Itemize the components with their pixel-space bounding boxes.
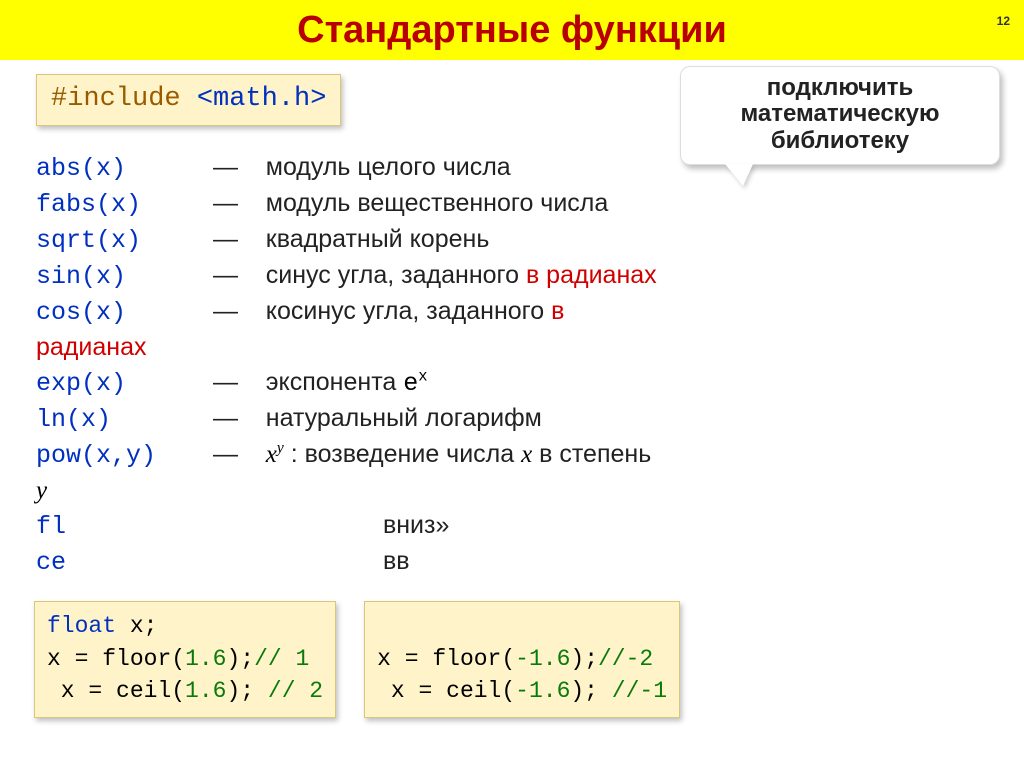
row-cos: cos(x) — косинус угла, заданного в <box>36 294 988 330</box>
dash: — <box>213 297 238 325</box>
snippet-right: x = floor(-1.6);//-2 x = ceil(-1.6); //-… <box>364 601 680 718</box>
l2n: 1.6 <box>185 646 226 672</box>
func-sig: ce <box>36 548 66 577</box>
include-chip: #include <math.h> <box>36 74 341 126</box>
func-sig: sin(x) <box>36 259 206 294</box>
r2n: -1.6 <box>515 646 570 672</box>
r2d: ); <box>570 646 598 672</box>
l3cmt: // 2 <box>268 678 323 704</box>
pow-x2: x <box>521 441 532 468</box>
func-desc: модуль вещественного числа <box>266 189 609 217</box>
func-sig: exp(x) <box>36 366 206 401</box>
func-desc-b: в степень <box>539 440 651 468</box>
kw-type: float <box>47 613 116 639</box>
row-floor: fl вниз» <box>36 508 988 544</box>
func-desc: квадратный корень <box>266 225 490 253</box>
row-sqrt: sqrt(x) — квадратный корень <box>36 222 988 258</box>
r2c: floor( <box>432 646 515 672</box>
r2cmt: //-2 <box>598 646 653 672</box>
slide-title: Стандартные функции <box>297 9 727 52</box>
l2d: ); <box>226 646 254 672</box>
r3b: = <box>405 678 446 704</box>
func-sig: pow(x,y) <box>36 438 206 473</box>
func-sig: cos(x) <box>36 295 206 330</box>
dash: — <box>213 153 238 181</box>
l3n: 1.6 <box>185 678 226 704</box>
func-tail: вниз» <box>383 511 449 539</box>
l3c: ceil( <box>116 678 185 704</box>
r3cmt: //-1 <box>612 678 667 704</box>
dash: — <box>213 225 238 253</box>
func-sig: abs(x) <box>36 151 206 186</box>
l2b: = <box>61 646 102 672</box>
row-ceil: ce вв <box>36 544 988 580</box>
l1-rest: x; <box>116 613 157 639</box>
include-directive: #include <box>51 84 181 114</box>
l2cmt: // 1 <box>254 646 309 672</box>
func-tail: вв <box>383 547 410 575</box>
exp-sup: x <box>418 367 427 385</box>
row-ln: ln(x) — натуральный логарифм <box>36 401 988 437</box>
slide-body: #include <math.h> abs(x) — модуль целого… <box>0 60 1024 580</box>
snippet-left: float x; x = floor(1.6);// 1 x = ceil(1.… <box>34 601 336 718</box>
func-desc-c: радианах <box>36 333 146 361</box>
func-desc-a: косинус угла, заданного <box>266 297 551 325</box>
func-desc-b: в <box>551 297 564 325</box>
func-sig: sqrt(x) <box>36 223 206 258</box>
l3d: ); <box>226 678 267 704</box>
page-number: 12 <box>997 14 1010 28</box>
func-desc-a: : возведение числа <box>291 440 521 468</box>
function-list: abs(x) — модуль целого числа fabs(x) — м… <box>36 150 988 580</box>
l3b: = <box>75 678 116 704</box>
r3n: -1.6 <box>515 678 570 704</box>
func-sig: ln(x) <box>36 402 206 437</box>
include-header: <math.h> <box>197 84 327 114</box>
exp-base: е <box>403 369 418 398</box>
row-fabs: fabs(x) — модуль вещественного числа <box>36 186 988 222</box>
slide-header: Стандартные функции 12 <box>0 0 1024 60</box>
func-desc: натуральный логарифм <box>266 404 542 432</box>
func-sig: fabs(x) <box>36 187 206 222</box>
row-exp: exp(x) — экспонента еx <box>36 365 988 401</box>
l2c: floor( <box>102 646 185 672</box>
dash: — <box>213 189 238 217</box>
r2a: x <box>377 646 391 672</box>
func-desc: модуль целого числа <box>266 153 511 181</box>
r3a: x <box>377 678 405 704</box>
r2b: = <box>391 646 432 672</box>
func-sig: fl <box>36 512 66 541</box>
row-abs: abs(x) — модуль целого числа <box>36 150 988 186</box>
l2a: x <box>47 646 61 672</box>
pow-y: y <box>36 477 47 504</box>
func-desc-a: экспонента <box>266 368 403 396</box>
row-cos-wrap: радианах <box>36 330 988 365</box>
pow-x: x <box>266 441 277 468</box>
r3d: ); <box>570 678 611 704</box>
dash: — <box>213 261 238 289</box>
func-desc-a: синус угла, заданного <box>266 261 526 289</box>
row-pow: pow(x,y) — xy : возведение числа x в сте… <box>36 437 988 473</box>
dash: — <box>213 440 238 468</box>
l3a: x <box>47 678 75 704</box>
dash: — <box>213 404 238 432</box>
row-pow-wrap: y <box>36 473 988 508</box>
dash: — <box>213 368 238 396</box>
func-desc-b: в радианах <box>526 261 657 289</box>
code-snippets: float x; x = floor(1.6);// 1 x = ceil(1.… <box>34 601 680 718</box>
pow-sup-y: y <box>277 439 284 456</box>
row-sin: sin(x) — синус угла, заданного в радиана… <box>36 258 988 294</box>
r3c: ceil( <box>446 678 515 704</box>
